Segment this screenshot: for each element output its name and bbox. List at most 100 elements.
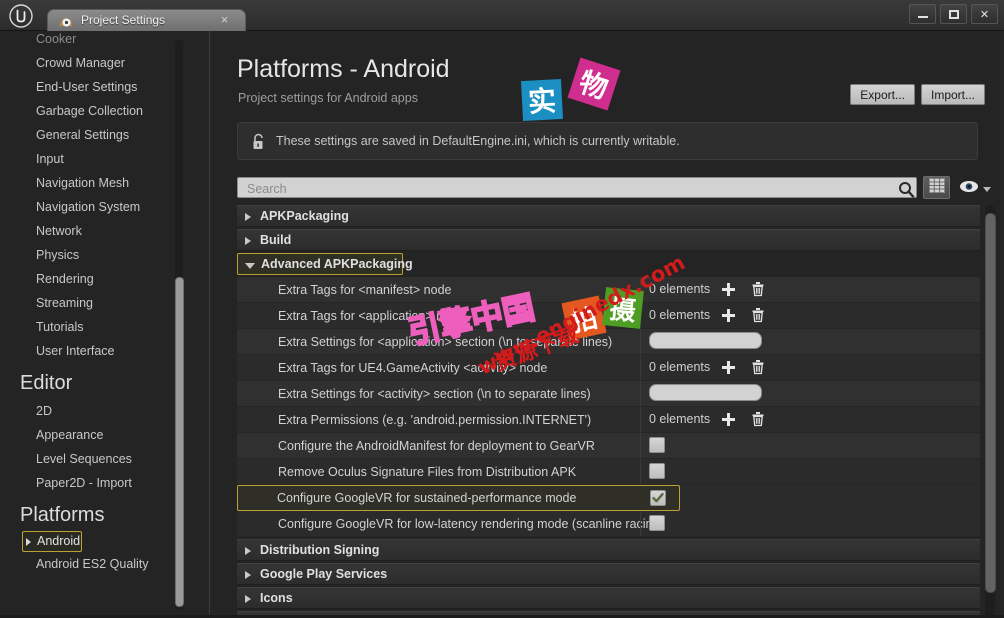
column-divider xyxy=(640,303,641,328)
sidebar-item-streaming[interactable]: Streaming xyxy=(0,291,184,315)
grid-view-button[interactable] xyxy=(923,176,950,199)
trash-icon[interactable] xyxy=(751,307,765,323)
element-count: 0 elements xyxy=(649,282,711,296)
column-divider xyxy=(640,381,641,406)
plus-icon[interactable] xyxy=(721,412,736,427)
property-label: Configure GoogleVR for sustained-perform… xyxy=(277,491,577,505)
sidebar-item-android-es2-quality[interactable]: Android ES2 Quality xyxy=(0,552,184,576)
column-divider xyxy=(640,511,641,536)
search-icon[interactable] xyxy=(898,181,915,203)
column-divider xyxy=(640,459,641,484)
minimize-button[interactable] xyxy=(909,4,936,24)
property-row-configure-googlevr-for-sustained-performance-mod[interactable]: Configure GoogleVR for sustained-perform… xyxy=(237,485,680,511)
property-row-extra-tags-for-manifest-node[interactable]: Extra Tags for <manifest> node 0 elements xyxy=(237,277,980,303)
category-build[interactable]: Build xyxy=(237,229,980,251)
text-input[interactable] xyxy=(649,332,762,349)
sidebar-item-network[interactable]: Network xyxy=(0,219,184,243)
sidebar-item-garbage-collection[interactable]: Garbage Collection xyxy=(0,99,184,123)
watermark-char-2: 物 xyxy=(567,57,621,111)
sidebar-item-end-user-settings[interactable]: End-User Settings xyxy=(0,75,184,99)
chevron-down-icon xyxy=(245,263,255,273)
property-label: Remove Oculus Signature Files from Distr… xyxy=(278,465,577,479)
chevron-right-icon xyxy=(245,547,251,555)
main-scrollbar-thumb[interactable] xyxy=(985,213,996,593)
sidebar-header-platforms: Platforms xyxy=(20,504,105,526)
property-row-configure-the-androidmanifest-for-deployment-to-[interactable]: Configure the AndroidManifest for deploy… xyxy=(237,433,980,459)
checkbox[interactable] xyxy=(649,463,665,479)
plus-icon[interactable] xyxy=(721,282,736,297)
grid-view-icon xyxy=(928,177,945,198)
property-row-extra-settings-for-application-section-n-to-sepa[interactable]: Extra Settings for <application> section… xyxy=(237,329,980,355)
sidebar-item-navigation-system[interactable]: Navigation System xyxy=(0,195,184,219)
check-icon xyxy=(652,493,664,503)
sidebar-item-appearance[interactable]: Appearance xyxy=(0,423,184,447)
sidebar-item-2d[interactable]: 2D xyxy=(0,399,184,423)
sidebar-item-paper2d-import[interactable]: Paper2D - Import xyxy=(0,471,184,495)
property-label: Extra Tags for <application> node xyxy=(278,309,465,323)
sidebar-item-physics[interactable]: Physics xyxy=(0,243,184,267)
import-export-buttons: Export... Import... xyxy=(850,84,985,105)
checkbox[interactable] xyxy=(650,490,666,506)
category-icons[interactable]: Icons xyxy=(237,587,980,609)
trash-icon[interactable] xyxy=(751,411,765,427)
sidebar-item-rendering[interactable]: Rendering xyxy=(0,267,184,291)
category-advanced-apkpackaging[interactable]: Advanced APKPackaging xyxy=(237,253,413,275)
settings-main-panel: Platforms - Android Project settings for… xyxy=(210,31,1004,618)
category-label: APKPackaging xyxy=(260,209,349,223)
sidebar-item-android[interactable]: Android xyxy=(22,531,82,552)
property-row-configure-googlevr-for-low-latency-rendering-mod[interactable]: Configure GoogleVR for low-latency rende… xyxy=(237,511,980,537)
plus-icon[interactable] xyxy=(721,308,736,323)
sidebar-item-crowd-manager[interactable]: Crowd Manager xyxy=(0,51,184,75)
sidebar-item-tutorials[interactable]: Tutorials xyxy=(0,315,184,339)
close-window-button[interactable]: ✕ xyxy=(971,4,998,24)
export-button[interactable]: Export... xyxy=(850,84,915,105)
maximize-button[interactable] xyxy=(940,4,967,24)
category-distribution-signing[interactable]: Distribution Signing xyxy=(237,539,980,561)
checkbox[interactable] xyxy=(649,515,665,531)
property-row-remove-oculus-signature-files-from-distribution-[interactable]: Remove Oculus Signature Files from Distr… xyxy=(237,459,980,485)
text-input[interactable] xyxy=(649,384,762,401)
property-row-extra-tags-for-ue4-gameactivity-activity-node[interactable]: Extra Tags for UE4.GameActivity <activit… xyxy=(237,355,980,381)
property-label: Extra Settings for <application> section… xyxy=(278,335,613,349)
close-icon[interactable]: × xyxy=(218,13,231,26)
category-label: Distribution Signing xyxy=(260,543,380,557)
unlock-icon xyxy=(250,132,267,151)
column-divider xyxy=(640,407,641,432)
column-divider xyxy=(640,329,641,354)
view-options-button[interactable] xyxy=(959,180,991,198)
page-title: Platforms - Android xyxy=(237,55,450,83)
sidebar-scrollbar-thumb[interactable] xyxy=(175,277,184,607)
checkbox[interactable] xyxy=(649,437,665,453)
property-row-extra-permissions-e-g-android-permission-interne[interactable]: Extra Permissions (e.g. 'android.permiss… xyxy=(237,407,980,433)
category-apkpackaging[interactable]: APKPackaging xyxy=(237,205,980,227)
sidebar-item-navigation-mesh[interactable]: Navigation Mesh xyxy=(0,171,184,195)
category-label: Advanced APKPackaging xyxy=(261,257,413,271)
category-google-play-services[interactable]: Google Play Services xyxy=(237,563,980,585)
column-divider xyxy=(640,433,641,458)
sidebar-item-cooker[interactable]: Cooker xyxy=(0,31,184,51)
trash-icon[interactable] xyxy=(751,281,765,297)
settings-sidebar[interactable]: Cooker Crowd Manager End-User Settings Garb… xyxy=(0,31,184,618)
search-box[interactable] xyxy=(237,177,917,199)
plus-icon[interactable] xyxy=(721,360,736,375)
title-bar: Project Settings × ✕ xyxy=(0,0,1004,31)
property-row-extra-settings-for-activity-section-n-to-separat[interactable]: Extra Settings for <activity> section (\… xyxy=(237,381,980,407)
tab-project-settings[interactable]: Project Settings × xyxy=(47,9,246,31)
trash-icon[interactable] xyxy=(751,359,765,375)
eye-icon xyxy=(959,180,979,198)
sidebar-list: Cooker Crowd Manager End-User Settings Garb… xyxy=(0,31,184,576)
property-row-extra-tags-for-application-node[interactable]: Extra Tags for <application> node 0 eleme… xyxy=(237,303,980,329)
project-settings-icon xyxy=(58,13,74,29)
sidebar-item-level-sequences[interactable]: Level Sequences xyxy=(0,447,184,471)
import-button[interactable]: Import... xyxy=(920,84,985,105)
column-divider xyxy=(640,355,641,380)
page-subtitle: Project settings for Android apps xyxy=(238,91,418,105)
element-count: 0 elements xyxy=(649,308,711,322)
sidebar-item-user-interface[interactable]: User Interface xyxy=(0,339,184,363)
tab-label: Project Settings xyxy=(81,13,166,27)
column-divider xyxy=(640,277,641,302)
sidebar-item-input[interactable]: Input xyxy=(0,147,184,171)
sidebar-item-general-settings[interactable]: General Settings xyxy=(0,123,184,147)
expand-arrow-icon xyxy=(26,538,31,546)
search-input[interactable] xyxy=(245,178,879,199)
